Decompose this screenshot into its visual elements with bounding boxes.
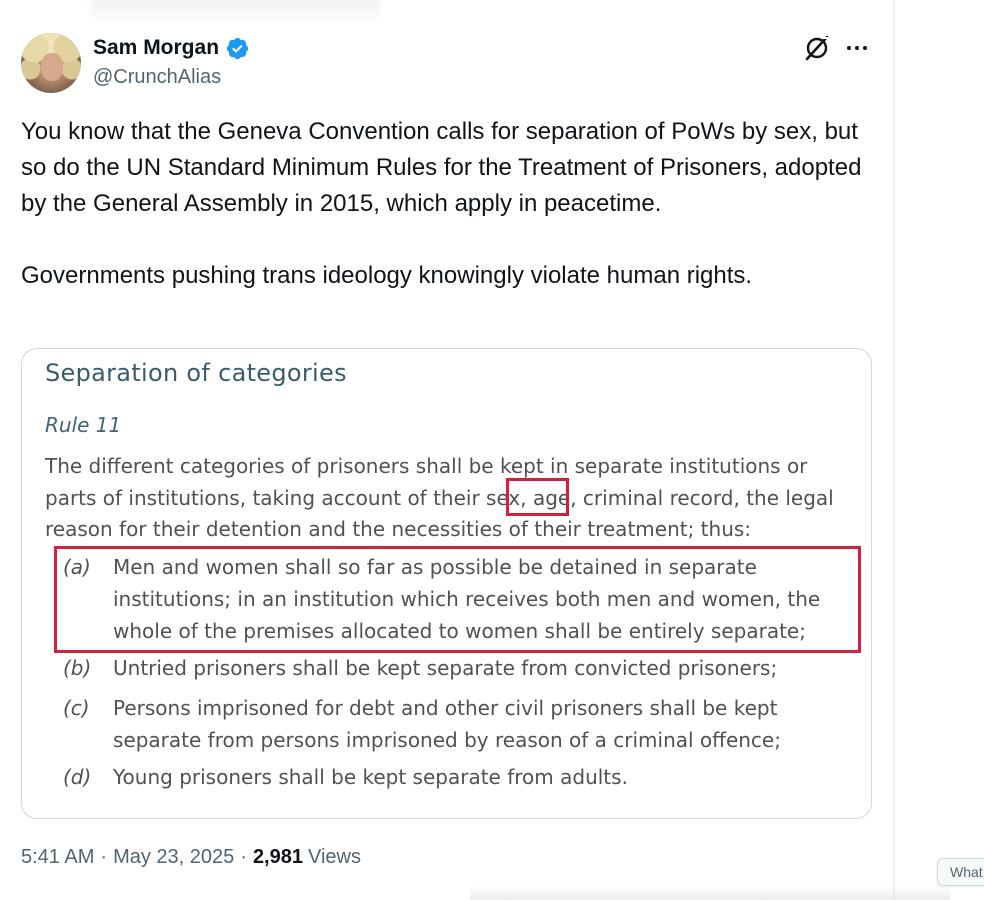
translate-chip[interactable]: What — [937, 858, 984, 886]
more-dot — [847, 46, 851, 50]
rule-item-label: (d) — [63, 765, 92, 789]
rule-item-text: Untried prisoners shall be kept separate… — [113, 656, 778, 680]
highlight-box-sex — [506, 478, 569, 516]
rule-label: Rule 11 — [45, 413, 122, 437]
meta-separator: · — [240, 846, 247, 868]
column-divider — [893, 0, 895, 900]
rule-item-text: Persons imprisoned for debt and other ci… — [113, 696, 781, 752]
highlight-box-item-a — [54, 546, 861, 653]
author-name[interactable]: Sam Morgan — [93, 36, 219, 60]
tweet-meta: 5:41 AM · May 23, 2025 · 2,981 Views — [21, 846, 361, 869]
tweet-time[interactable]: 5:41 AM — [21, 846, 94, 869]
more-options-icon[interactable] — [842, 34, 872, 62]
media-image[interactable]: Separation of categories Rule 11 The dif… — [21, 348, 872, 819]
rule-item-text: Young prisoners shall be kept separate f… — [113, 765, 628, 789]
more-dot — [863, 46, 867, 50]
tweet-date[interactable]: May 23, 2025 — [113, 846, 234, 869]
rule-item-label: (c) — [63, 696, 90, 720]
tweet-text: You know that the Geneva Convention call… — [21, 118, 862, 289]
views-count: 2,981 — [252, 846, 303, 868]
bottom-shadow — [470, 885, 950, 900]
document-heading: Separation of categories — [45, 359, 347, 387]
rule-item-label: (b) — [63, 656, 92, 680]
avatar-face — [41, 53, 63, 81]
author-handle[interactable]: @CrunchAlias — [93, 66, 221, 89]
grok-icon[interactable] — [803, 34, 831, 62]
avatar[interactable] — [21, 33, 81, 93]
document-screenshot: Separation of categories Rule 11 The dif… — [22, 349, 871, 818]
rule-intro: The different categories of prisoners sh… — [45, 454, 834, 541]
verified-badge-icon — [226, 37, 249, 59]
translate-chip-label: What — [950, 864, 983, 880]
more-dot — [855, 46, 859, 50]
author-row: Sam Morgan — [93, 34, 250, 62]
tweet: Sam Morgan @CrunchAlias You know that th… — [0, 0, 893, 900]
meta-separator: · — [100, 846, 108, 868]
views-label: Views — [308, 846, 361, 868]
